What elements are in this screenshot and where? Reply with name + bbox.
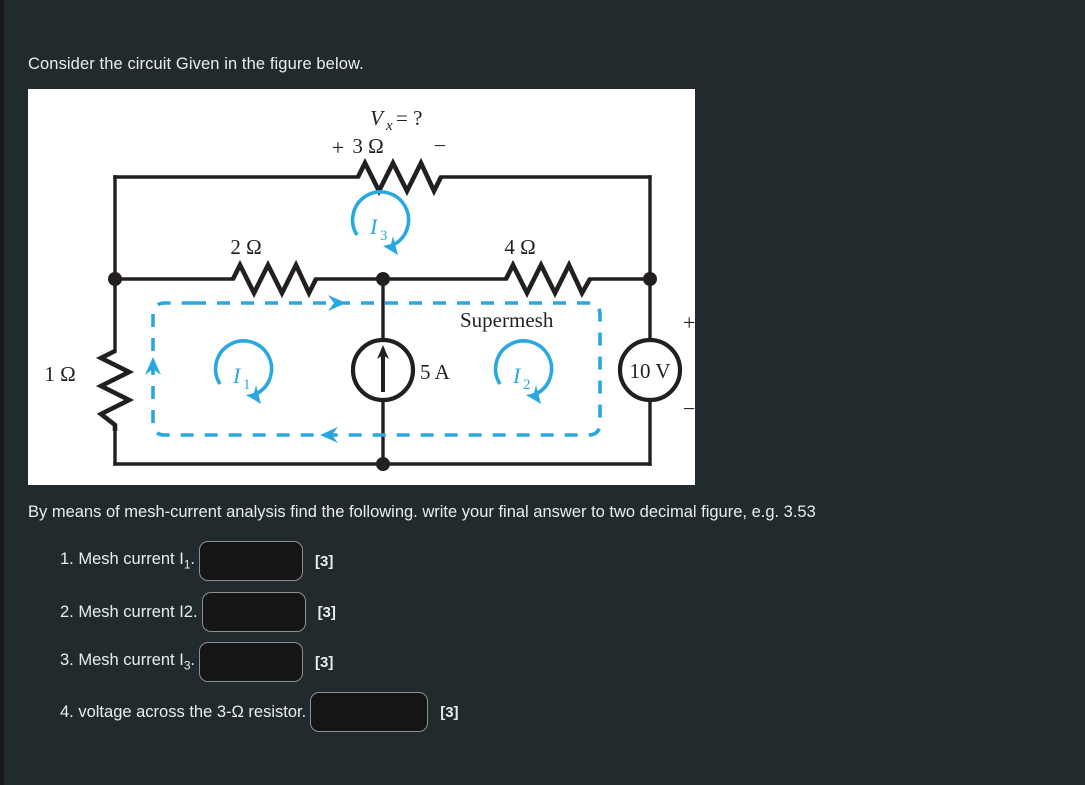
- label-voltage-source-value: 10 V: [629, 359, 670, 383]
- answer-label-1: 1. Mesh current I1.: [60, 550, 196, 572]
- label-mesh-i1-subscript: 1: [243, 377, 251, 393]
- label-resistor-4-ohm: 4 Ω: [504, 235, 535, 259]
- question-text: By means of mesh-current analysis find t…: [28, 503, 816, 521]
- prompt-text: Consider the circuit Given in the figure…: [28, 55, 364, 73]
- label-resistor-3-ohm: 3 Ω: [352, 134, 383, 158]
- answer-input-mesh-current-i2[interactable]: [201, 592, 306, 632]
- label-supermesh: Supermesh: [460, 308, 554, 332]
- answer-label-3: 3. Mesh current I3.: [60, 651, 196, 673]
- answer-row-2: 2. Mesh current I2. [3]: [60, 592, 336, 632]
- label-voltage-source-minus: −: [683, 396, 695, 421]
- answer-input-voltage-3-ohm[interactable]: [310, 692, 429, 732]
- label-vx: V: [370, 106, 385, 130]
- label-mesh-i1: I: [232, 363, 242, 388]
- answer-input-mesh-current-i1[interactable]: [199, 541, 304, 581]
- answer-label-2: 2. Mesh current I2.: [60, 602, 198, 621]
- node-dot-center-bottom: [376, 457, 390, 471]
- label-mesh-i2-subscript: 2: [523, 377, 531, 393]
- answer-label-4: 4. voltage across the 3-Ω resistor.: [60, 702, 307, 721]
- answer-marks-1: [3]: [315, 552, 334, 570]
- answer-row-1: 1. Mesh current I1. [3]: [60, 541, 333, 581]
- node-dot-center-top: [376, 272, 390, 286]
- label-mesh-i3: I: [369, 214, 379, 239]
- answer-marks-4: [3]: [440, 703, 459, 721]
- resistor-3-ohm: [355, 157, 444, 197]
- label-mesh-i3-subscript: 3: [380, 228, 388, 244]
- label-3-ohm-minus: −: [434, 133, 446, 158]
- answer-row-4: 4. voltage across the 3-Ω resistor. [3]: [60, 692, 459, 732]
- label-vx-subscript: x: [385, 118, 393, 134]
- label-resistor-2-ohm: 2 Ω: [230, 235, 261, 259]
- node-dot-right: [643, 272, 657, 286]
- label-vx-equals: = ?: [396, 106, 422, 130]
- supermesh-arrow-top: [328, 295, 346, 311]
- label-3-ohm-plus: +: [332, 135, 344, 160]
- resistor-1-ohm: [95, 348, 135, 431]
- resistor-2-ohm: [230, 259, 319, 299]
- circuit-svg: V x = ? 3 Ω + − 2 Ω 1 Ω 4 Ω 5 A 10 V + −…: [44, 106, 695, 471]
- label-voltage-source-plus: +: [683, 310, 695, 335]
- answer-marks-2: [3]: [317, 603, 336, 621]
- answer-input-mesh-current-i3[interactable]: [199, 642, 304, 682]
- label-resistor-1-ohm: 1 Ω: [44, 362, 75, 386]
- label-mesh-i2: I: [512, 363, 522, 388]
- node-dot-left: [108, 272, 122, 286]
- answer-row-3: 3. Mesh current I3. [3]: [60, 642, 333, 682]
- resistor-4-ohm: [503, 259, 592, 299]
- left-edge-stripe: [0, 0, 4, 785]
- answer-marks-3: [3]: [315, 653, 334, 671]
- circuit-figure: V x = ? 3 Ω + − 2 Ω 1 Ω 4 Ω 5 A 10 V + −…: [28, 89, 695, 485]
- label-current-source-value: 5 A: [420, 360, 451, 384]
